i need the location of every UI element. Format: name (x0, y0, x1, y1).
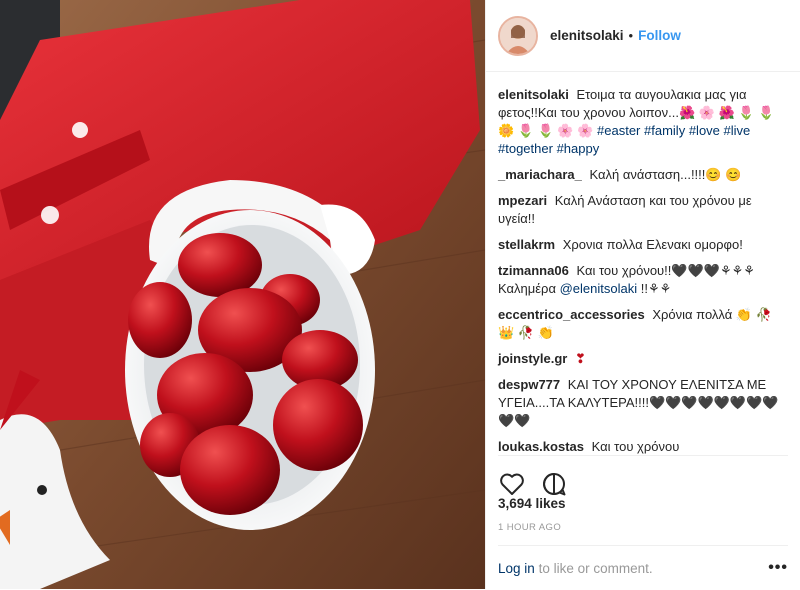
comment-item: eccentrico_accessories Χρόνια πολλά 👏 🥀 … (498, 306, 786, 342)
login-bar: Log in to like or comment. ••• (498, 545, 788, 590)
easter-eggs-photo (0, 0, 485, 589)
comment-item: loukas.kostas Και του χρόνου (498, 438, 786, 456)
hashtag[interactable]: #love (689, 123, 720, 138)
comment-text: Χρονια πολλα Ελενακι ομορφο! (562, 237, 743, 252)
caption-username[interactable]: elenitsolaki (498, 87, 569, 102)
comment-username[interactable]: _mariachara_ (498, 167, 582, 182)
comment-username[interactable]: mpezari (498, 193, 547, 208)
login-prompt: Log in to like or comment. (498, 561, 653, 576)
comment-text: Καλή ανάσταση...!!!!😊 😊 (589, 167, 742, 182)
hashtag[interactable]: #easter (597, 123, 640, 138)
comments-list: elenitsolaki Ετοιμα τα αυγουλακια μας γι… (498, 86, 786, 464)
hashtag[interactable]: #live (724, 123, 751, 138)
post-photo (0, 0, 485, 589)
heart-icon (500, 473, 524, 495)
separator-dot: • (628, 28, 634, 43)
comment-item: joinstyle.gr ❣ (498, 350, 786, 368)
post-timestamp: 1 HOUR AGO (498, 522, 562, 533)
post-header: elenitsolaki • Follow (486, 0, 800, 72)
comment-item: despw777 ΚΑΙ ΤΟΥ ΧΡΟΝΟΥ ΕΛΕΝΙΤΣΑ ΜΕ ΥΓΕΙ… (498, 376, 786, 430)
likes-count[interactable]: 3,694 likes (498, 496, 566, 511)
post-detail-panel: elenitsolaki • Follow elenitsolaki Ετοιμ… (485, 0, 800, 589)
comment-button[interactable] (540, 470, 568, 498)
avatar[interactable] (498, 15, 538, 56)
comment-item: stellakrm Χρονια πολλα Ελενακι ομορφο! (498, 236, 786, 254)
comment-username[interactable]: loukas.kostas (498, 439, 584, 454)
like-button[interactable] (498, 470, 526, 498)
hashtag[interactable]: #together (498, 141, 553, 156)
hashtag[interactable]: #family (644, 123, 685, 138)
mention-link[interactable]: @elenitsolaki (560, 281, 638, 296)
post-username[interactable]: elenitsolaki (550, 28, 624, 43)
comment-username[interactable]: despw777 (498, 377, 560, 392)
comment-text: Και του χρόνου (591, 439, 680, 454)
comment-text: ❣ (574, 351, 586, 366)
comment-text-tail: !!⚘⚘ (640, 281, 672, 296)
caption: elenitsolaki Ετοιμα τα αυγουλακια μας γι… (498, 86, 786, 158)
comment-item: _mariachara_ Καλή ανάσταση...!!!!😊 😊 (498, 166, 786, 184)
avatar-image (500, 17, 536, 54)
login-link[interactable]: Log in (498, 561, 535, 576)
hashtag[interactable]: #happy (557, 141, 600, 156)
follow-button[interactable]: Follow (638, 28, 681, 43)
comment-username[interactable]: eccentrico_accessories (498, 307, 645, 322)
comment-username[interactable]: tzimanna06 (498, 263, 569, 278)
more-options-icon[interactable]: ••• (768, 559, 788, 577)
comment-username[interactable]: stellakrm (498, 237, 555, 252)
comment-item: mpezari Καλή Ανάσταση και του χρόνου με … (498, 192, 786, 228)
comment-item: tzimanna06 Και του χρόνου!!🖤🖤🖤⚘⚘⚘ Καλημέ… (498, 262, 786, 298)
login-prompt-text: to like or comment. (538, 560, 653, 576)
comment-username[interactable]: joinstyle.gr (498, 351, 567, 366)
comment-icon (543, 473, 566, 496)
